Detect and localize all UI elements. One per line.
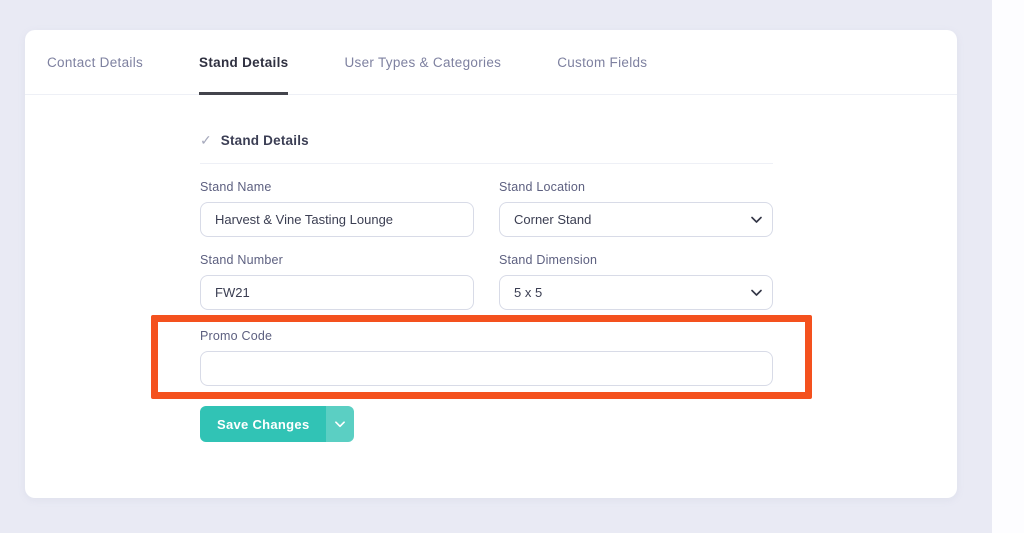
- check-icon: ✓: [200, 132, 212, 149]
- stand-dimension-field-group: Stand Dimension 5 x 5: [499, 237, 773, 310]
- promo-code-label: Promo Code: [200, 329, 773, 343]
- stand-name-input[interactable]: [200, 202, 474, 237]
- tab-custom-fields[interactable]: Custom Fields: [557, 30, 647, 94]
- stand-location-field-group: Stand Location Corner Stand: [499, 164, 773, 237]
- promo-code-field-group: Promo Code: [200, 310, 773, 386]
- save-options-toggle[interactable]: [326, 406, 354, 442]
- stand-name-label: Stand Name: [200, 180, 474, 194]
- stand-editor-card: Contact Details Stand Details User Types…: [25, 30, 957, 498]
- tab-stand-details[interactable]: Stand Details: [199, 30, 288, 94]
- stand-number-input[interactable]: [200, 275, 474, 310]
- stand-location-select[interactable]: Corner Stand: [499, 202, 773, 237]
- right-edge-panel: [992, 0, 1024, 533]
- save-button-group: Save Changes: [200, 406, 773, 442]
- stand-name-field-group: Stand Name: [200, 164, 474, 237]
- section-header: ✓ Stand Details: [200, 132, 773, 149]
- stand-dimension-select[interactable]: 5 x 5: [499, 275, 773, 310]
- tab-user-types-categories[interactable]: User Types & Categories: [344, 30, 501, 94]
- stand-location-label: Stand Location: [499, 180, 773, 194]
- promo-code-input[interactable]: [200, 351, 773, 386]
- fields-grid: Stand Name Stand Location Corner Stand S…: [200, 164, 773, 386]
- stand-details-form: ✓ Stand Details Stand Name Stand Locatio…: [200, 132, 773, 442]
- stand-dimension-label: Stand Dimension: [499, 253, 773, 267]
- tab-contact-details[interactable]: Contact Details: [47, 30, 143, 94]
- section-title: Stand Details: [221, 133, 309, 148]
- tab-bar: Contact Details Stand Details User Types…: [25, 30, 957, 95]
- stand-number-label: Stand Number: [200, 253, 474, 267]
- save-changes-button[interactable]: Save Changes: [200, 406, 326, 442]
- stand-number-field-group: Stand Number: [200, 237, 474, 310]
- chevron-down-icon: [335, 421, 345, 428]
